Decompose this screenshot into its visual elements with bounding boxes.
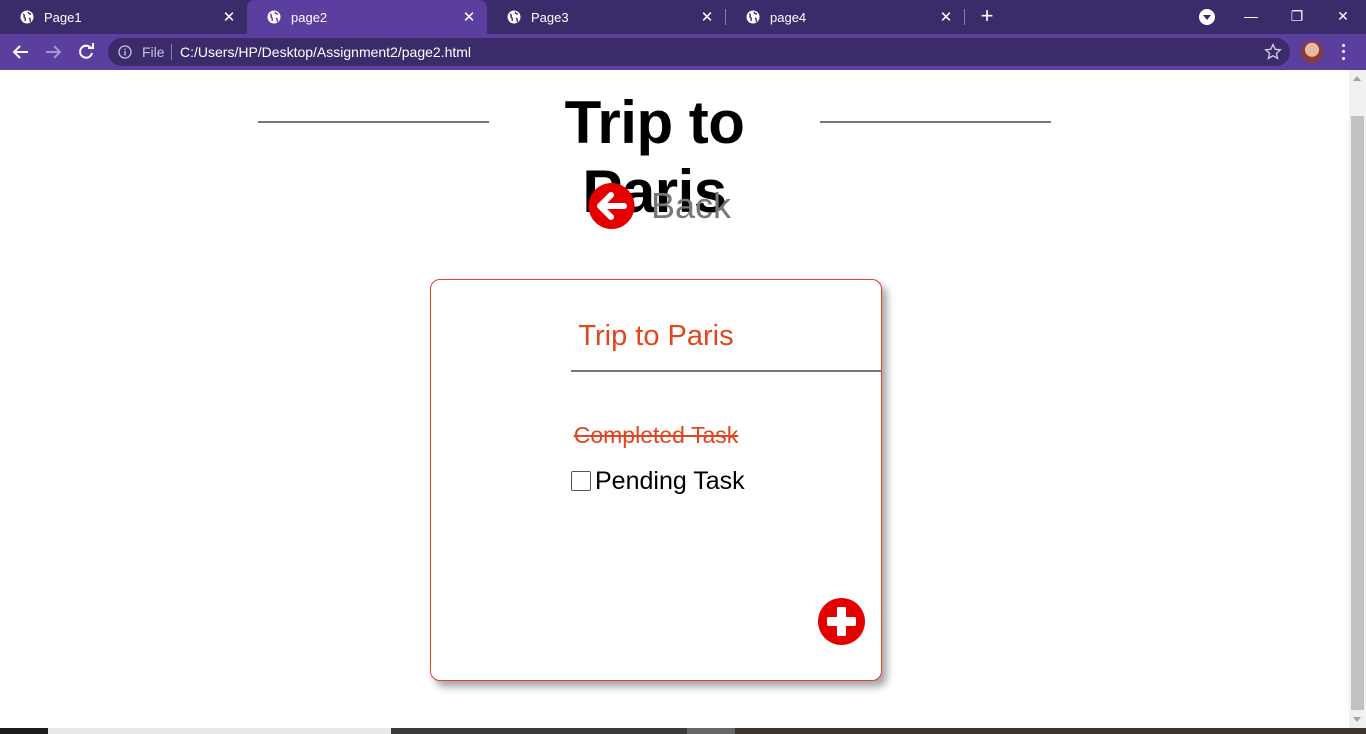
tab-page1[interactable]: Page1 ✕ bbox=[0, 0, 247, 34]
minimize-button[interactable]: — bbox=[1228, 0, 1274, 32]
plus-icon[interactable]: + bbox=[976, 5, 998, 28]
tab-page3[interactable]: Page3 ✕ bbox=[487, 0, 725, 34]
reload-icon[interactable] bbox=[74, 40, 98, 64]
tab-label: Page3 bbox=[531, 9, 569, 25]
scroll-down-arrow-icon[interactable] bbox=[1353, 717, 1361, 722]
add-circle-icon[interactable] bbox=[818, 598, 865, 645]
close-window-button[interactable]: ✕ bbox=[1320, 0, 1366, 32]
address-bar[interactable]: File C:/Users/HP/Desktop/Assignment2/pag… bbox=[108, 38, 1290, 66]
profile-avatar[interactable] bbox=[1301, 41, 1323, 63]
tab-label: Page1 bbox=[44, 9, 82, 25]
close-icon[interactable]: ✕ bbox=[461, 9, 477, 25]
tab-label: page2 bbox=[291, 9, 328, 25]
vertical-scrollbar[interactable] bbox=[1349, 70, 1366, 728]
globe-icon bbox=[267, 10, 281, 24]
url-text[interactable]: C:/Users/HP/Desktop/Assignment2/page2.ht… bbox=[180, 44, 471, 60]
os-taskbar-strip bbox=[0, 728, 1366, 734]
forward-arrow-icon[interactable] bbox=[41, 40, 65, 64]
page-header: Trip to Paris bbox=[258, 88, 1051, 225]
tab-label: page4 bbox=[770, 9, 807, 25]
scheme-label: File bbox=[142, 44, 165, 60]
task-card: Trip to Paris Completed Task Pending Tas… bbox=[430, 279, 882, 681]
menu-icon[interactable] bbox=[1337, 42, 1349, 62]
pending-task-label[interactable]: Pending Task bbox=[595, 467, 745, 496]
heading-divider-left bbox=[258, 121, 489, 123]
back-label[interactable]: Back bbox=[651, 185, 731, 227]
close-icon[interactable]: ✕ bbox=[938, 9, 954, 25]
globe-icon bbox=[20, 10, 34, 24]
info-icon[interactable] bbox=[118, 45, 132, 59]
back-circle-icon[interactable] bbox=[588, 183, 635, 229]
tab-search-icon[interactable] bbox=[1199, 9, 1215, 25]
back-arrow-icon[interactable] bbox=[9, 40, 33, 64]
close-icon[interactable]: ✕ bbox=[699, 9, 715, 25]
card-title: Trip to Paris bbox=[578, 320, 734, 352]
browser-toolbar: File C:/Users/HP/Desktop/Assignment2/pag… bbox=[0, 34, 1366, 70]
tab-page4[interactable]: page4 ✕ bbox=[726, 0, 964, 34]
close-icon[interactable]: ✕ bbox=[221, 9, 237, 25]
task-checkbox[interactable] bbox=[571, 471, 591, 491]
pending-task: Pending Task bbox=[571, 466, 745, 496]
globe-icon bbox=[507, 10, 521, 24]
tab-separator bbox=[964, 9, 965, 25]
card-title-divider bbox=[571, 370, 882, 372]
scroll-up-arrow-icon[interactable] bbox=[1353, 76, 1361, 81]
globe-icon bbox=[746, 10, 760, 24]
heading-divider-right bbox=[820, 121, 1051, 123]
tab-page2[interactable]: page2 ✕ bbox=[247, 0, 487, 34]
back-link[interactable]: Back bbox=[588, 182, 731, 230]
restore-button[interactable]: ❐ bbox=[1274, 0, 1320, 32]
completed-task[interactable]: Completed Task bbox=[431, 422, 881, 449]
star-icon[interactable] bbox=[1264, 43, 1282, 61]
page-viewport: Trip to Paris Back Trip to Paris Complet… bbox=[0, 70, 1349, 727]
scroll-thumb[interactable] bbox=[1351, 116, 1364, 710]
address-separator bbox=[171, 44, 172, 60]
tab-strip: Page1 ✕ page2 ✕ Page3 ✕ page4 ✕ + — ❐ ✕ bbox=[0, 0, 1366, 34]
